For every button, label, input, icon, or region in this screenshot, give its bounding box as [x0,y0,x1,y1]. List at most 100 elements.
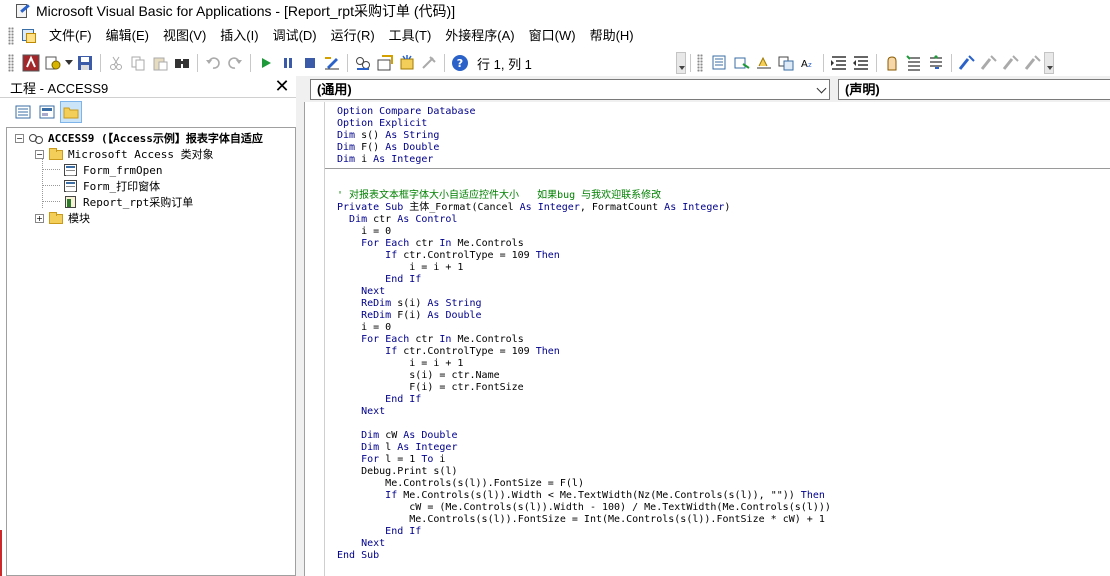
menu-window[interactable]: 窗口(W) [522,24,583,48]
code-line: Debug.Print s(l) [361,466,458,477]
break-icon[interactable] [277,52,299,74]
code-line: For l = 1 To i [361,454,446,465]
paste-icon[interactable] [149,52,171,74]
menu-help[interactable]: 帮助(H) [583,24,641,48]
comment-block-icon[interactable] [903,52,925,74]
folder-icon [48,211,64,225]
tree-item-project[interactable]: − ACCESS9 (【Access示例】报表字体自适应 [15,130,263,146]
project-explorer-toolbar [0,99,296,125]
toolbar-separator [950,54,952,72]
tree-expand-toggle[interactable]: + [35,213,44,223]
menu-view[interactable]: 视图(V) [156,24,213,48]
tree-item-label: Microsoft Access 类对象 [68,148,214,161]
cut-icon[interactable] [105,52,127,74]
copy-icon[interactable] [127,52,149,74]
previous-bookmark-icon[interactable] [1000,52,1022,74]
help-icon[interactable]: ? [449,52,471,74]
project-explorer-icon[interactable] [352,52,374,74]
tree-item-form-print[interactable]: Form_打印窗体 [63,178,160,194]
code-line: Next [361,538,386,549]
properties-icon[interactable] [374,52,396,74]
access-view-icon[interactable] [20,52,42,74]
procedure-dropdown-value: (声明) [845,82,880,97]
view-code-icon[interactable] [12,101,34,123]
next-bookmark-icon[interactable] [978,52,1000,74]
tree-collapse-toggle[interactable]: − [35,149,44,159]
undo-icon[interactable] [202,52,224,74]
toggle-breakpoint-icon[interactable] [881,52,903,74]
edit-toolbar-overflow-button[interactable] [1043,52,1054,74]
code-line: i = i + 1 [409,262,464,273]
insert-dropdown-arrow-icon[interactable] [64,52,74,74]
menu-run[interactable]: 运行(R) [324,24,382,48]
tree-item-label: Report_rpt采购订单 [83,196,194,209]
object-dropdown[interactable]: (通用) [310,79,830,100]
code-line: i = 0 [361,226,392,237]
insert-module-icon[interactable] [42,52,64,74]
procedure-dropdown[interactable]: (声明) [838,79,1110,100]
toggle-bookmark-icon[interactable] [956,52,978,74]
list-properties-icon[interactable] [709,52,731,74]
tree-collapse-toggle[interactable]: − [15,133,24,143]
outdent-icon[interactable] [850,52,872,74]
code-line: ReDim s(i) As String [361,298,482,309]
code-line: Private Sub 主体_Format(Cancel As Integer,… [337,202,731,213]
toolbar-separator [197,54,198,72]
toggle-folders-icon[interactable] [60,101,82,123]
toolbar-overflow-button[interactable] [675,52,686,74]
find-icon[interactable] [171,52,193,74]
clear-all-bookmarks-icon[interactable] [1022,52,1044,74]
object-browser-icon[interactable] [396,52,418,74]
title-bar: Microsoft Visual Basic for Applications … [0,0,1110,22]
toolbox-icon[interactable] [418,52,440,74]
redo-icon[interactable] [224,52,246,74]
code-line: Dim cW As Double [361,430,458,441]
code-line: ' 对报表文本框字体大小自适应控件大小 如果bug 与我欢迎联系修改 [337,190,662,201]
cursor-position: 行 1, 列 1 [477,56,532,72]
pane-splitter[interactable] [296,76,304,576]
toolbar-grip[interactable] [8,54,14,72]
menu-addins[interactable]: 外接程序(A) [438,24,521,48]
run-icon[interactable] [255,52,277,74]
code-editor[interactable]: Option Compare Database Option Explicit Di… [304,102,1110,576]
project-tree: − ACCESS9 (【Access示例】报表字体自适应 − Microsoft… [6,127,296,576]
menu-insert[interactable]: 插入(I) [213,24,265,48]
code-margin-indicator-bar[interactable] [305,102,325,576]
code-line: Dim F() As Double [337,142,440,153]
parameter-info-icon[interactable] [775,52,797,74]
procedure-separator [325,168,1110,169]
list-constants-icon[interactable] [731,52,753,74]
reset-icon[interactable] [299,52,321,74]
complete-word-icon[interactable]: Az [797,52,819,74]
standard-toolbar: ? 行 1, 列 1 Az [0,50,1110,76]
tree-item-modules[interactable]: + 模块 [35,210,90,226]
view-object-icon[interactable] [36,101,58,123]
toolbar-separator [100,54,101,72]
tree-item-form-frmopen[interactable]: Form_frmOpen [63,162,162,178]
tree-item-label: Form_打印窗体 [83,180,161,193]
edit-toolbar-grip[interactable] [696,54,703,72]
uncomment-block-icon[interactable] [925,52,947,74]
menu-tools[interactable]: 工具(T) [382,24,439,48]
indent-icon[interactable] [828,52,850,74]
chevron-down-icon[interactable] [816,83,827,94]
code-line: If ctr.ControlType = 109 Then [385,346,560,357]
menubar-app-icon[interactable] [20,27,38,45]
menu-edit[interactable]: 编辑(E) [99,24,156,48]
menu-debug[interactable]: 调试(D) [266,24,324,48]
design-mode-icon[interactable] [321,52,343,74]
tree-item-access-class-objects[interactable]: − Microsoft Access 类对象 [35,146,214,162]
code-line: Me.Controls(s(l)).FontSize = Int(Me.Cont… [409,514,825,525]
code-line: If Me.Controls(s(l)).Width < Me.TextWidt… [385,490,825,501]
tree-item-report-purchase-order[interactable]: Report_rpt采购订单 [63,194,193,210]
code-line: End If [385,274,422,285]
tree-connector [42,169,60,170]
menu-file[interactable]: 文件(F) [42,24,99,48]
code-line: End If [385,526,422,537]
code-line: Next [361,286,386,297]
close-icon[interactable]: ✕ [272,77,292,97]
code-line: i = i + 1 [409,358,464,369]
quick-info-icon[interactable] [753,52,775,74]
menubar-grip[interactable] [8,27,14,45]
save-icon[interactable] [74,52,96,74]
